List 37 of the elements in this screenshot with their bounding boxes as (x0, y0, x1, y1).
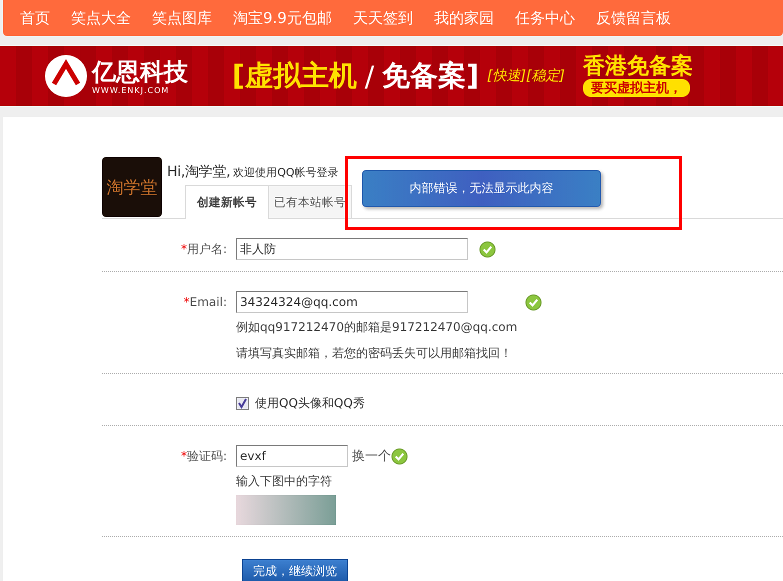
tab[interactable]: 已有本站帐号 (268, 185, 352, 218)
checkbox-label: 使用QQ头像和QQ秀 (255, 395, 365, 412)
site-logo: 淘学堂 (102, 157, 162, 217)
nav-link[interactable]: 反馈留言板 (596, 8, 671, 28)
nav-link[interactable]: 笑点大全 (71, 8, 131, 28)
email-field[interactable]: 34324324@qq.com (236, 291, 468, 313)
hint-text: 例如qq917212470的邮箱是917212470@qq.com (236, 319, 518, 336)
nav-link[interactable]: 首页 (20, 8, 50, 28)
nav-link[interactable]: 笑点图库 (152, 8, 212, 28)
logo-icon (44, 54, 88, 98)
nav-link[interactable]: 淘宝9.9元包邮 (233, 8, 332, 28)
error-popup: 内部错误，无法显示此内容 (362, 170, 601, 207)
field-label: *Email: (182, 294, 228, 311)
checkbox[interactable] (236, 397, 249, 410)
promo-subtitle: 要买虚拟主机， (582, 79, 690, 97)
brand-name: 亿恩科技 (92, 58, 188, 86)
nav-link[interactable]: 我的家园 (434, 8, 494, 28)
banner-slash: / (364, 60, 374, 92)
hint-text: 请填写真实邮箱，若您的密码丢失可以用邮箱找回！ (236, 345, 513, 362)
refresh-link[interactable]: 换一个 (352, 447, 391, 465)
greeting: Hi,淘学堂, (167, 164, 230, 180)
banner-tags: [快速][稳定] (487, 67, 565, 85)
username-field[interactable]: 非人防 (236, 238, 468, 260)
hint-text: 输入下图中的字符 (236, 473, 333, 490)
banner-headline: 免备案] (382, 58, 480, 94)
welcome-text: 欢迎使用QQ帐号登录 (233, 166, 339, 179)
tab[interactable]: 创建新帐号 (185, 185, 269, 219)
nav-link[interactable]: 天天签到 (352, 8, 413, 28)
ad-banner[interactable]: 亿恩科技 WWW.ENKJ.COM [虚拟主机 / 免备案] [快速][稳定] 香港免备案 要买虚拟主机， (0, 46, 783, 106)
promo-title: 香港免备案 (582, 55, 693, 79)
field-label: *用户名: (180, 241, 228, 258)
nav-link[interactable]: 任务中心 (514, 8, 575, 28)
brand-url: WWW.ENKJ.COM (92, 86, 170, 94)
banner-headline: [虚拟主机 (232, 58, 357, 94)
captcha-field[interactable]: evxf (236, 445, 348, 467)
field-label: *验证码: (180, 448, 228, 465)
submit-button[interactable]: 完成，继续浏览 (242, 559, 348, 581)
